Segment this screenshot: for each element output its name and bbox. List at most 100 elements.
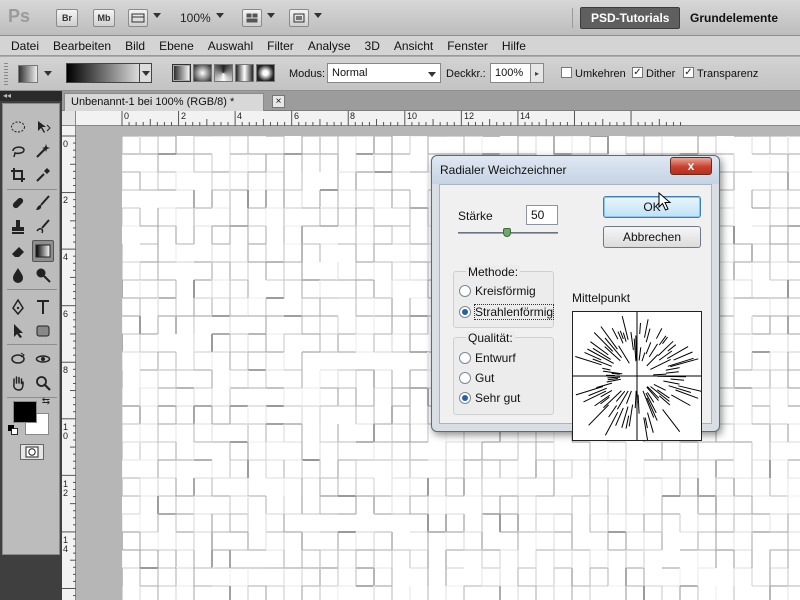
menu-auswahl[interactable]: Auswahl: [201, 37, 260, 55]
quality-label-entwurf[interactable]: Entwurf: [475, 351, 516, 365]
document-tab[interactable]: Unbenannt-1 bei 100% (RGB/8) * ×: [64, 93, 285, 111]
hand-tool-icon[interactable]: [7, 372, 29, 394]
arrange-documents-icon[interactable]: [242, 9, 262, 27]
swap-colors-icon[interactable]: ⇆: [39, 394, 53, 408]
quality-radio-sehr-gut[interactable]: [459, 392, 471, 404]
3d-rotate-icon[interactable]: [7, 348, 29, 370]
blur-ray: [653, 373, 667, 376]
zoom-tool-icon[interactable]: [32, 372, 54, 394]
3d-orbit-icon[interactable]: [32, 348, 54, 370]
blur-ray: [634, 390, 637, 409]
ruler-origin[interactable]: [62, 111, 76, 126]
blur-ray: [648, 343, 658, 358]
workspace-grundelemente[interactable]: Grundelemente: [680, 7, 788, 29]
blur-tool-icon[interactable]: [7, 264, 29, 286]
quality-label-sehr-gut[interactable]: Sehr gut: [475, 391, 520, 405]
gradient-picker[interactable]: [66, 63, 152, 83]
mini-bridge-button[interactable]: Mb: [93, 9, 115, 27]
transparency-checkbox[interactable]: ✓: [683, 67, 694, 78]
radial-gradient-icon[interactable]: [193, 64, 212, 82]
default-colors-icon[interactable]: [7, 424, 19, 436]
options-grip-icon[interactable]: [4, 63, 8, 85]
dialog-close-button[interactable]: x: [670, 157, 712, 175]
quick-mask-icon[interactable]: [20, 444, 44, 460]
blur-ray: [638, 347, 642, 361]
eyedropper-tool-icon[interactable]: [32, 164, 54, 186]
bridge-button[interactable]: Br: [56, 9, 78, 27]
history-brush-icon[interactable]: [32, 216, 54, 238]
reverse-checkbox[interactable]: [561, 67, 572, 78]
dither-checkbox[interactable]: ✓: [632, 67, 643, 78]
arrange-dropdown-icon[interactable]: [267, 13, 275, 18]
pen-tool-icon[interactable]: [7, 296, 29, 318]
path-selection-icon[interactable]: [7, 320, 29, 342]
workspace-psd-tutorials[interactable]: PSD-Tutorials: [580, 7, 681, 29]
clone-stamp-icon[interactable]: [7, 216, 29, 238]
brush-tool-icon[interactable]: [32, 192, 54, 214]
method-label-strahlenfoermig[interactable]: Strahlenförmig: [473, 304, 555, 320]
quality-label-gut[interactable]: Gut: [475, 371, 494, 385]
menu-analyse[interactable]: Analyse: [301, 37, 358, 55]
blur-ray: [645, 342, 652, 355]
menu-ebene[interactable]: Ebene: [152, 37, 201, 55]
toolbox-collapse[interactable]: ◂◂: [0, 91, 62, 101]
type-tool-icon[interactable]: [32, 296, 54, 318]
gradient-dropdown-icon[interactable]: [139, 64, 151, 82]
method-radio-strahlenfoermig[interactable]: [459, 306, 471, 318]
menu-hilfe[interactable]: Hilfe: [495, 37, 533, 55]
crop-tool-icon[interactable]: [7, 164, 29, 186]
opacity-input[interactable]: 100%: [490, 63, 532, 83]
cancel-button[interactable]: Abbrechen: [603, 226, 701, 248]
menu-datei[interactable]: Datei: [4, 37, 46, 55]
radial-blur-dialog: Radialer Weichzeichner x Stärke 50 OK Ab…: [431, 155, 720, 446]
quality-radio-gut[interactable]: [459, 372, 471, 384]
menu-bild[interactable]: Bild: [118, 37, 152, 55]
reverse-label: Umkehren: [575, 68, 626, 80]
blur-ray: [639, 322, 641, 335]
ok-button[interactable]: OK: [603, 196, 701, 218]
extras-dropdown-icon[interactable]: [153, 13, 161, 18]
menu-3d[interactable]: 3D: [358, 37, 387, 55]
ruler-label: 4: [237, 111, 243, 121]
close-document-icon[interactable]: ×: [272, 95, 285, 108]
marquee-tool-icon[interactable]: [7, 116, 29, 138]
eraser-tool-icon[interactable]: [7, 240, 29, 262]
extras-icon[interactable]: [128, 9, 148, 27]
horizontal-ruler[interactable]: 0 2 4 6 8 10 12 14: [76, 111, 800, 126]
screen-mode-dropdown-icon[interactable]: [314, 13, 322, 18]
dialog-titlebar[interactable]: Radialer Weichzeichner x: [432, 156, 719, 184]
move-tool-icon[interactable]: [32, 116, 54, 138]
quality-radio-entwurf[interactable]: [459, 352, 471, 364]
rectangle-tool-icon[interactable]: [32, 320, 54, 342]
amount-slider-thumb[interactable]: [503, 228, 511, 237]
blur-center-preview[interactable]: [572, 311, 702, 446]
vertical-ruler[interactable]: 0 2 4 6 8 10 12 14: [62, 126, 76, 600]
method-radio-kreisfoermig[interactable]: [459, 285, 471, 297]
lasso-tool-icon[interactable]: [7, 140, 29, 162]
menu-bearbeiten[interactable]: Bearbeiten: [46, 37, 118, 55]
menu-fenster[interactable]: Fenster: [440, 37, 495, 55]
method-label-kreisfoermig[interactable]: Kreisförmig: [475, 284, 536, 298]
healing-brush-icon[interactable]: [7, 192, 29, 214]
menu-filter[interactable]: Filter: [260, 37, 301, 55]
blur-ray: [678, 385, 702, 392]
linear-gradient-icon[interactable]: [172, 64, 191, 82]
opacity-slider-icon[interactable]: ▸: [530, 63, 544, 83]
toolbox-divider: [7, 344, 57, 345]
menu-ansicht[interactable]: Ansicht: [387, 37, 440, 55]
gradient-tool-preset-icon[interactable]: [18, 65, 38, 83]
gradient-tool-icon[interactable]: [32, 240, 54, 262]
ruler-label: 2: [181, 111, 187, 121]
magic-wand-icon[interactable]: [32, 140, 54, 162]
screen-mode-icon[interactable]: [289, 9, 309, 27]
diamond-gradient-icon[interactable]: [256, 64, 275, 82]
angle-gradient-icon[interactable]: [214, 64, 233, 82]
zoom-level[interactable]: 100%: [180, 11, 211, 25]
zoom-dropdown-icon[interactable]: [216, 13, 224, 18]
reflected-gradient-icon[interactable]: [235, 64, 254, 82]
mode-select[interactable]: Normal: [327, 63, 441, 83]
tool-preset-dropdown-icon[interactable]: [44, 71, 52, 76]
dodge-tool-icon[interactable]: [32, 264, 54, 286]
amount-input[interactable]: 50: [526, 205, 558, 225]
foreground-color-swatch[interactable]: [13, 401, 37, 423]
